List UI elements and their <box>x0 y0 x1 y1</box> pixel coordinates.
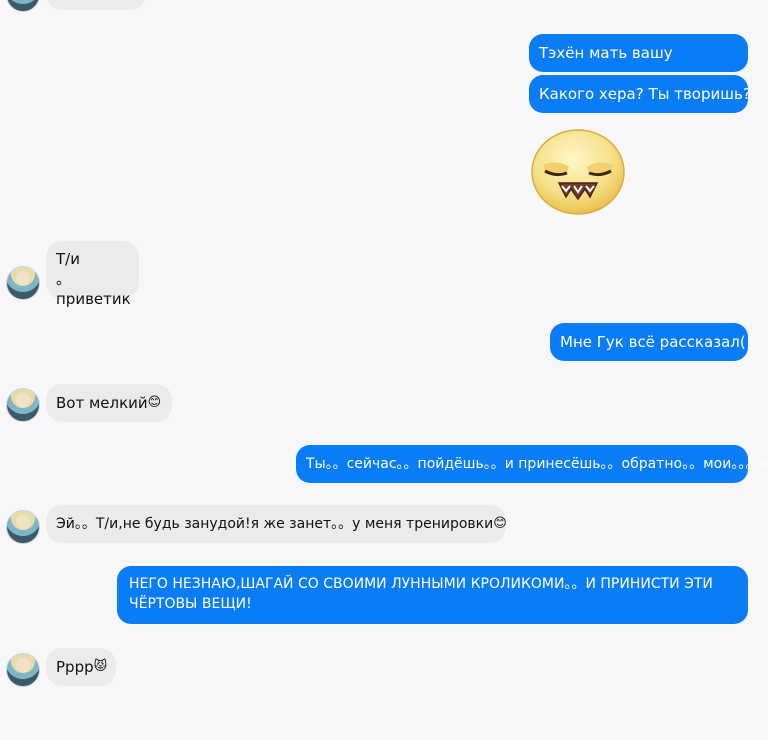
incoming-message[interactable]: Эй。。Т/и,не будь занудой!я же занет。。у ме… <box>46 505 507 543</box>
contact-avatar[interactable] <box>6 388 40 422</box>
contact-avatar[interactable] <box>6 653 40 687</box>
smile-emoji-icon: 😊 <box>147 395 162 410</box>
grumpy-face-sticker[interactable] <box>529 125 627 217</box>
outgoing-message[interactable]: Мне Гук всё рассказал( <box>550 323 748 361</box>
outgoing-message[interactable]: Ты。。сейчас。。пойдёшь。。и принесёшь。。обратн… <box>296 445 768 483</box>
angry-cat-emoji-icon: 😾 <box>93 659 108 674</box>
message-line: Т/и <box>56 250 80 268</box>
contact-avatar[interactable] <box>6 510 40 544</box>
message-text: Вот мелкий <box>56 394 148 412</box>
contact-avatar[interactable] <box>6 0 40 12</box>
contact-avatar[interactable] <box>6 266 40 300</box>
smile-emoji-icon: 😊 <box>493 516 507 531</box>
message-line: НЕГО НЕЗНАЮ,ШАГАЙ СО СВОИМИ ЛУННЫМИ КРОЛ… <box>129 576 713 592</box>
incoming-message-partial[interactable] <box>46 0 146 10</box>
message-text: Мне Гук всё рассказал( <box>560 333 746 351</box>
message-text: Какого хера? Ты творишь? <box>539 85 751 103</box>
message-text: Рррр <box>56 658 94 676</box>
incoming-message[interactable]: Вот мелкий 😊 <box>46 384 172 422</box>
incoming-message[interactable]: Т/и 。приветик <box>46 241 139 308</box>
message-text: Ты。。сейчас。。пойдёшь。。и принесёшь。。обратн… <box>306 456 768 472</box>
outgoing-message[interactable]: НЕГО НЕЗНАЮ,ШАГАЙ СО СВОИМИ ЛУННЫМИ КРОЛ… <box>117 566 748 624</box>
message-line: 。приветик <box>56 270 131 308</box>
message-text: Эй。。Т/и,не будь занудой!я же занет。。у ме… <box>56 516 494 532</box>
message-text: Тэхён мать вашу <box>539 44 673 62</box>
outgoing-message[interactable]: Какого хера? Ты творишь? <box>529 75 751 113</box>
outgoing-message[interactable]: Тэхён мать вашу <box>529 34 748 72</box>
chat-thread: Тэхён мать вашу Какого хера? Ты творишь?… <box>0 0 768 740</box>
message-line: ЧЁРТОВЫ ВЕЩИ! <box>129 596 252 612</box>
incoming-message[interactable]: Рррр 😾 <box>46 648 116 686</box>
